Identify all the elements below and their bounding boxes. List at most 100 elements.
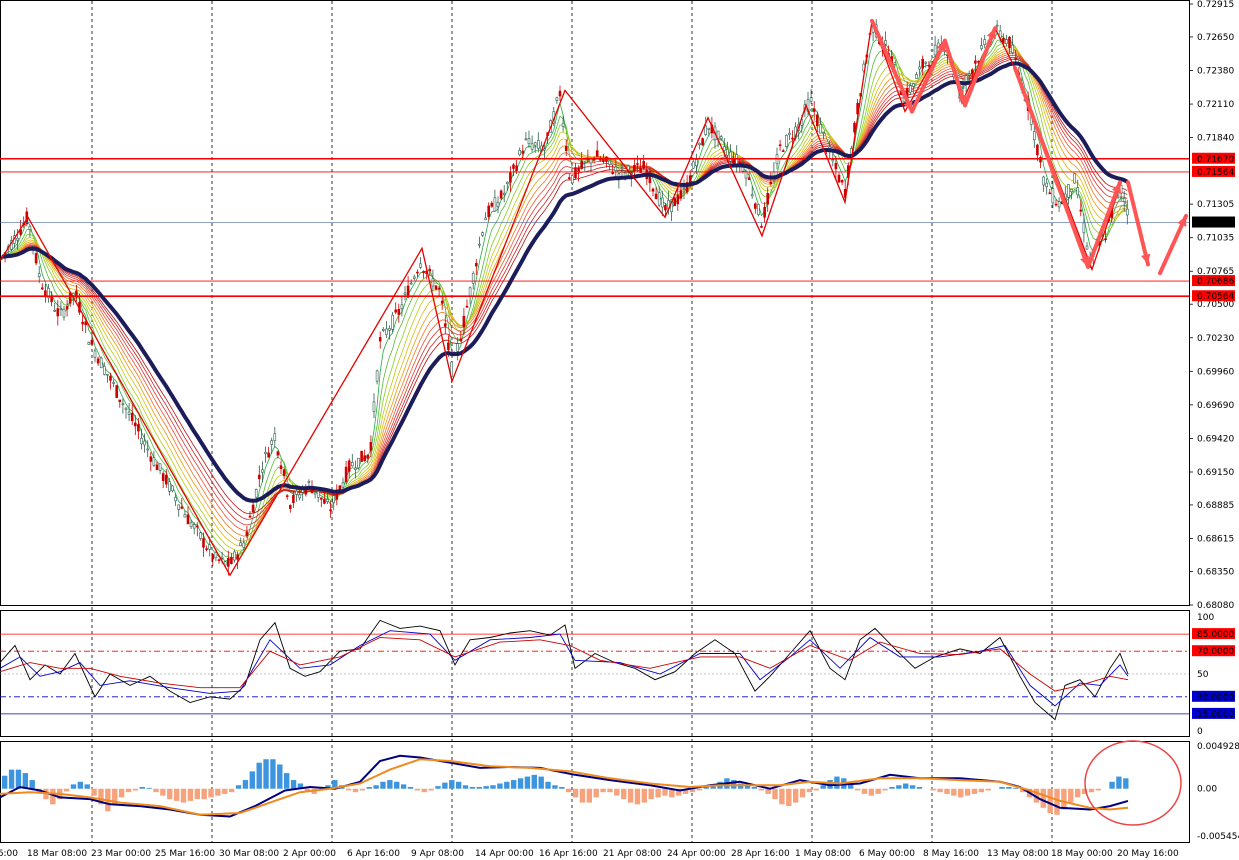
candle-body: [822, 132, 825, 134]
candle-body: [96, 358, 100, 364]
macd-histogram-bar: [951, 788, 957, 796]
macd-histogram-bar: [586, 788, 593, 803]
macd-histogram-bar: [373, 785, 379, 789]
candle-body: [760, 226, 763, 228]
time-tick-label: 28 Apr 16:00: [731, 849, 790, 859]
candle-body: [1036, 144, 1039, 156]
candle-body: [474, 262, 478, 267]
candle-body: [766, 192, 770, 205]
price-tick-label: 0.71305: [1197, 200, 1234, 210]
candle-body: [558, 90, 562, 97]
time-tick-label: 2 Apr 00:00: [283, 849, 336, 859]
candle-body: [165, 474, 168, 485]
level-label: 0.71564: [1197, 168, 1234, 178]
candle-body: [664, 205, 667, 211]
price-tick-label: 0.69690: [1197, 401, 1234, 411]
price-tick-label: 0.72110: [1197, 100, 1234, 110]
candle-body: [211, 554, 215, 560]
candle-body: [642, 161, 646, 169]
candle-body: [837, 174, 841, 183]
macd-histogram-bar: [545, 781, 551, 789]
candle-body: [227, 557, 230, 567]
price-tick-label: 0.72380: [1197, 67, 1234, 77]
candle-body: [512, 164, 515, 169]
osc-tick-label: 0: [1197, 727, 1203, 737]
macd-histogram-bar: [655, 788, 661, 798]
candle-body: [521, 150, 525, 154]
candle-body: [1082, 222, 1086, 234]
osc-level-label: 70.0000: [1197, 647, 1234, 657]
candle-body: [1073, 173, 1076, 184]
candle-body: [732, 159, 735, 164]
candle-body: [65, 306, 69, 310]
candle-body: [419, 263, 422, 268]
macd-histogram-bar: [958, 788, 964, 798]
macd-histogram-bar: [641, 788, 648, 803]
price-tick-label: 0.69150: [1197, 468, 1234, 478]
price-tick-label: 0.68615: [1197, 534, 1234, 544]
candle-body: [983, 39, 987, 45]
macd-histogram-bar: [483, 786, 489, 789]
candle-body: [484, 217, 487, 221]
candle-body: [1005, 39, 1008, 44]
candle-body: [698, 142, 701, 146]
candle-body: [812, 108, 816, 112]
candle-body: [16, 238, 19, 241]
candle-body: [307, 480, 311, 483]
candle-body: [580, 160, 584, 169]
macd-histogram-bar: [235, 785, 242, 789]
candle-body: [574, 167, 577, 179]
candle-body: [496, 201, 500, 208]
osc-level-label: 85.0000: [1197, 630, 1234, 640]
candle-body: [369, 442, 373, 451]
macd-histogram-bar: [187, 788, 194, 801]
osc-tick-label: 50: [1197, 670, 1209, 680]
candle-body: [447, 342, 450, 351]
candle-body: [400, 304, 404, 310]
candle-body: [388, 328, 391, 331]
macd-histogram-bar: [290, 780, 297, 789]
candle-body: [326, 498, 329, 503]
candle-body: [381, 329, 385, 331]
candle-body: [273, 433, 277, 441]
candle-body: [31, 244, 35, 247]
candle-body: [192, 524, 196, 529]
candle-body: [620, 167, 624, 169]
candle-body: [103, 365, 106, 375]
candle-body: [1104, 238, 1107, 240]
candle-body: [788, 132, 791, 135]
candle-body: [59, 308, 63, 311]
candle-body: [127, 411, 131, 415]
macd-histogram-bar: [579, 788, 586, 803]
time-tick-label: 20 May 16:00: [1117, 849, 1179, 859]
candle-body: [478, 243, 481, 246]
candle-body: [109, 375, 112, 381]
candle-body: [884, 40, 887, 45]
candle-body: [893, 62, 897, 65]
candle-body: [397, 308, 401, 315]
candle-body: [561, 122, 565, 127]
candle-body: [840, 180, 844, 183]
candle-body: [524, 138, 528, 141]
macd-histogram-bar: [201, 788, 207, 800]
candle-body: [409, 282, 413, 285]
candle-body: [564, 145, 568, 151]
candle-body: [918, 66, 921, 70]
macd-histogram-bar: [614, 788, 620, 796]
candle-body: [608, 160, 611, 165]
macd-histogram-bar: [428, 788, 434, 791]
candle-body: [791, 137, 794, 140]
price-tick-label: 0.68350: [1197, 567, 1234, 577]
time-tick-label: 6 May 00:00: [859, 849, 915, 859]
candle-body: [933, 44, 937, 56]
candle-body: [242, 542, 246, 548]
macd-histogram-bar: [139, 786, 145, 789]
time-tick-label: 21 Apr 08:00: [603, 849, 662, 859]
candle-body: [202, 538, 205, 548]
macd-histogram-bar: [1047, 788, 1053, 813]
macd-histogram-bar: [497, 783, 503, 789]
macd-histogram-bar: [868, 788, 875, 796]
candle-body: [140, 438, 143, 445]
macd-histogram-bar: [228, 788, 235, 793]
candle-body: [1085, 245, 1089, 250]
